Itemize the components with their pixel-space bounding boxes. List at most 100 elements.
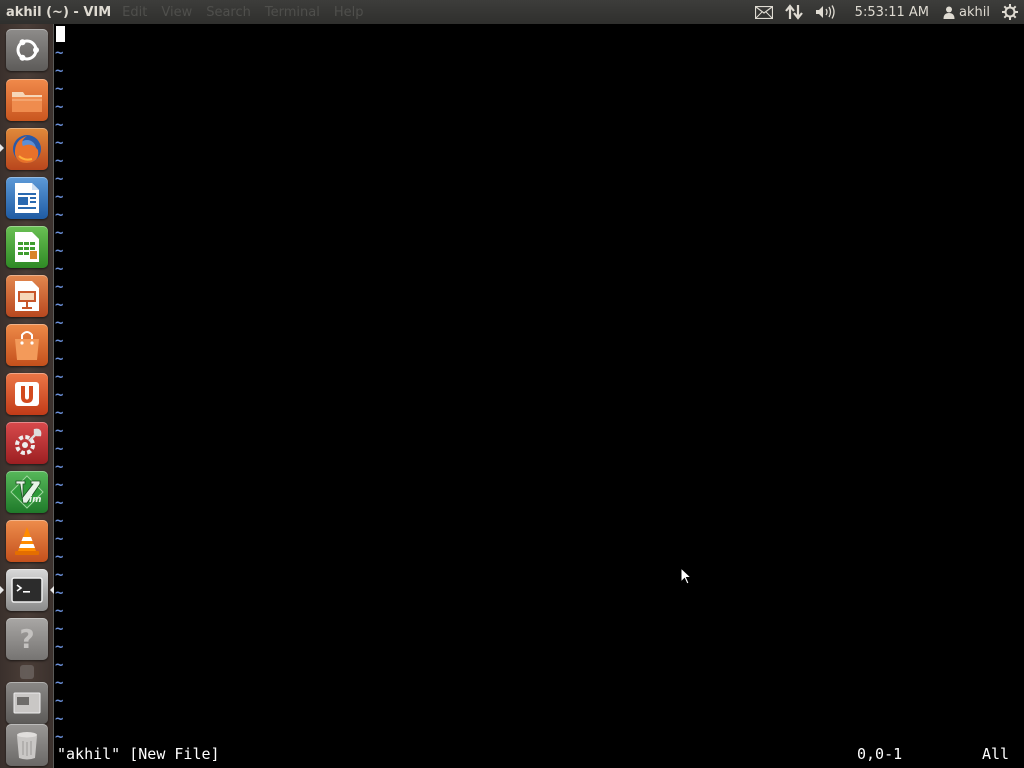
user-icon xyxy=(943,6,955,19)
menu-terminal[interactable]: Terminal xyxy=(258,5,327,20)
calc-icon xyxy=(14,231,40,263)
launcher-trash[interactable] xyxy=(6,724,48,766)
empty-line-tilde: ~ xyxy=(55,693,64,709)
volume-icon[interactable] xyxy=(809,0,841,24)
envelope-icon[interactable] xyxy=(749,0,779,24)
ubuntu-one-icon xyxy=(12,379,42,409)
launcher-dash-home[interactable] xyxy=(6,29,48,71)
global-menu: Edit View Search Terminal Help xyxy=(115,5,370,20)
vim-editor[interactable]: ~ ~ ~ ~ ~ ~ ~ ~ ~ ~ ~ ~ ~ ~ ~ ~ ~ ~ ~ ~ … xyxy=(55,24,1024,768)
empty-line-tilde: ~ xyxy=(55,225,64,241)
folder-icon xyxy=(11,87,43,113)
launcher-libreoffice-impress[interactable] xyxy=(6,275,48,317)
empty-line-tilde: ~ xyxy=(55,567,64,583)
empty-line-tilde: ~ xyxy=(55,279,64,295)
launcher-libreoffice-calc[interactable] xyxy=(6,226,48,268)
empty-line-tilde: ~ xyxy=(55,531,64,547)
launcher-system-settings[interactable] xyxy=(6,422,48,464)
running-indicator xyxy=(0,144,4,152)
menu-view[interactable]: View xyxy=(154,5,199,20)
launcher-workspace-switcher[interactable] xyxy=(6,682,48,724)
empty-line-tilde: ~ xyxy=(55,513,64,529)
empty-line-tilde: ~ xyxy=(55,639,64,655)
vim-icon: im xyxy=(10,475,44,509)
menu-edit[interactable]: Edit xyxy=(115,5,154,20)
empty-line-tilde: ~ xyxy=(55,369,64,385)
empty-line-tilde: ~ xyxy=(55,297,64,313)
empty-line-tilde: ~ xyxy=(55,135,64,151)
power-gear-icon[interactable] xyxy=(994,0,1024,24)
empty-line-tilde: ~ xyxy=(55,621,64,637)
svg-text:?: ? xyxy=(19,625,34,654)
launcher-libreoffice-writer[interactable] xyxy=(6,177,48,219)
menu-search[interactable]: Search xyxy=(199,5,258,20)
window-title: akhil (~) - VIM xyxy=(6,4,112,20)
vlc-cone-icon xyxy=(12,525,42,557)
empty-line-tilde: ~ xyxy=(55,405,64,421)
empty-line-tilde: ~ xyxy=(55,423,64,439)
empty-line-tilde: ~ xyxy=(55,63,64,79)
launcher-help[interactable]: ? xyxy=(6,618,48,660)
empty-line-tilde: ~ xyxy=(55,81,64,97)
launcher-firefox[interactable] xyxy=(6,128,48,170)
launcher-files[interactable] xyxy=(6,79,48,121)
empty-line-tilde: ~ xyxy=(55,315,64,331)
menu-help[interactable]: Help xyxy=(327,5,371,20)
empty-line-tilde: ~ xyxy=(55,729,64,745)
launcher-ubuntu-one[interactable] xyxy=(6,373,48,415)
vim-command-line: "akhil" [New File] 0,0-1 All xyxy=(57,745,1017,763)
launcher-separator xyxy=(20,665,34,679)
clock[interactable]: 5:53:11 AM xyxy=(841,0,937,24)
launcher: im ? xyxy=(0,24,54,768)
launcher-vlc[interactable] xyxy=(6,520,48,562)
settings-wrench-icon xyxy=(11,427,43,459)
empty-line-tilde: ~ xyxy=(55,477,64,493)
top-panel: akhil (~) - VIM Edit View Search Termina… xyxy=(0,0,1024,24)
user-menu[interactable]: akhil xyxy=(937,0,994,24)
launcher-terminal[interactable] xyxy=(6,569,48,611)
empty-line-tilde: ~ xyxy=(55,585,64,601)
tilde-column: ~ ~ ~ ~ ~ ~ ~ ~ ~ ~ ~ ~ ~ ~ ~ ~ ~ ~ ~ ~ … xyxy=(55,44,69,746)
indicator-area: 5:53:11 AM akhil xyxy=(749,0,1024,24)
empty-line-tilde: ~ xyxy=(55,171,64,187)
empty-line-tilde: ~ xyxy=(55,603,64,619)
user-name: akhil xyxy=(959,4,990,20)
help-question-icon: ? xyxy=(14,624,40,654)
empty-line-tilde: ~ xyxy=(55,243,64,259)
empty-line-tilde: ~ xyxy=(55,657,64,673)
empty-line-tilde: ~ xyxy=(55,99,64,115)
empty-line-tilde: ~ xyxy=(55,675,64,691)
scroll-position: All xyxy=(982,745,1010,763)
firefox-icon xyxy=(10,132,44,166)
empty-line-tilde: ~ xyxy=(55,333,64,349)
empty-line-tilde: ~ xyxy=(55,711,64,727)
network-updown-icon[interactable] xyxy=(779,0,809,24)
mouse-pointer-icon xyxy=(680,566,693,589)
terminal-icon xyxy=(11,577,43,603)
empty-line-tilde: ~ xyxy=(55,207,64,223)
text-cursor xyxy=(56,26,65,42)
shopping-bag-icon xyxy=(12,329,42,361)
svg-text:im: im xyxy=(29,495,41,505)
empty-line-tilde: ~ xyxy=(55,351,64,367)
empty-line-tilde: ~ xyxy=(55,549,64,565)
trash-icon xyxy=(15,730,39,760)
writer-icon xyxy=(14,182,40,214)
empty-line-tilde: ~ xyxy=(55,153,64,169)
status-message: "akhil" [New File] xyxy=(57,745,220,763)
impress-icon xyxy=(14,280,40,312)
running-indicator xyxy=(0,586,4,594)
empty-line-tilde: ~ xyxy=(55,387,64,403)
cursor-position: 0,0-1 xyxy=(857,745,903,763)
empty-line-tilde: ~ xyxy=(55,459,64,475)
empty-line-tilde: ~ xyxy=(55,261,64,277)
workspace-icon xyxy=(13,692,41,714)
empty-line-tilde: ~ xyxy=(55,189,64,205)
launcher-software-center[interactable] xyxy=(6,324,48,366)
empty-line-tilde: ~ xyxy=(55,117,64,133)
empty-line-tilde: ~ xyxy=(55,495,64,511)
empty-line-tilde: ~ xyxy=(55,45,64,61)
ubuntu-logo-icon xyxy=(13,36,41,64)
empty-line-tilde: ~ xyxy=(55,441,64,457)
launcher-vim[interactable]: im xyxy=(6,471,48,513)
